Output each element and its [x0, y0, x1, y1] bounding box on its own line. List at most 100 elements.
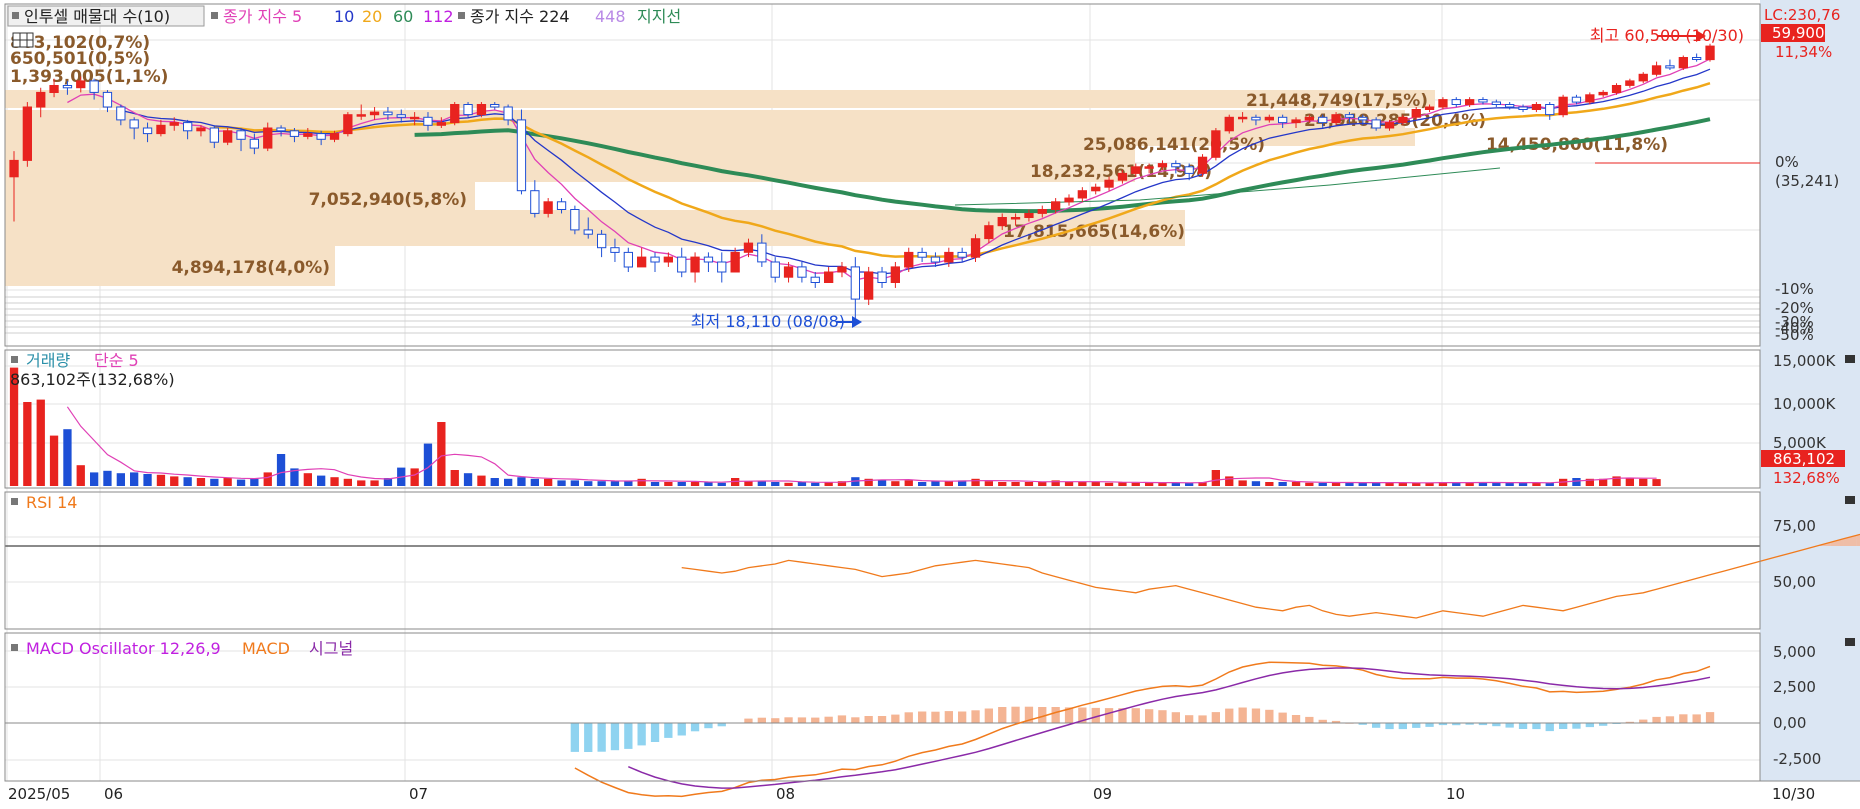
- legend-volume-profile[interactable]: 인투셀 매물대 수(10): [24, 7, 170, 26]
- candle-body: [810, 276, 820, 284]
- legend-ma448[interactable]: 448: [595, 7, 626, 26]
- legend-ma5[interactable]: 종가 지수 5: [223, 7, 302, 26]
- candle-body: [1692, 57, 1702, 60]
- candle-body: [1344, 114, 1355, 118]
- lc-value: LC:230,76: [1764, 6, 1840, 24]
- candle-body: [396, 114, 406, 118]
- axis-m10pct: -10%: [1775, 280, 1814, 298]
- volume-bar: [918, 482, 927, 486]
- volume-bar: [931, 481, 940, 486]
- volume-bar: [744, 481, 753, 486]
- macd-oscillator-bar: [1425, 723, 1434, 727]
- volume-bar: [90, 472, 99, 486]
- vol-axis-10000k: 10,000K: [1773, 395, 1836, 413]
- stock-chart[interactable]: 21,448,749(17,5%) 24,940,285(20,4%) 25,086…: [0, 0, 1860, 805]
- candle-body: [1411, 109, 1421, 118]
- macd-axis-5000: 5,000: [1773, 643, 1816, 661]
- macd-axis-2500: 2,500: [1773, 678, 1816, 696]
- volume-bar: [784, 482, 793, 486]
- macd-oscillator-bar: [1145, 709, 1154, 723]
- volume-profile-label: 7,052,940(5,8%): [309, 190, 467, 210]
- candle-body: [1678, 57, 1688, 69]
- volume-bar: [584, 481, 593, 486]
- volume-bar: [463, 473, 473, 486]
- volume-bar: [944, 481, 953, 486]
- candle-body: [1157, 163, 1168, 168]
- last-change: 11,34%: [1775, 43, 1832, 61]
- candle-body: [944, 251, 954, 263]
- macd-axis-m2500: -2,500: [1773, 750, 1821, 768]
- rsi-title[interactable]: RSI 14: [26, 493, 77, 512]
- candle-body: [597, 233, 607, 249]
- macd-oscillator-bar: [1518, 723, 1528, 729]
- candle-body: [1318, 116, 1328, 124]
- macd-oscillator-bar: [1559, 723, 1568, 729]
- macd-oscillator-bar: [1185, 715, 1194, 723]
- volume-bar: [690, 482, 700, 486]
- macd-oscillator-bar: [918, 711, 927, 723]
- candle-body: [1625, 80, 1635, 86]
- volume-bar: [130, 472, 139, 486]
- candle-body: [1598, 91, 1608, 96]
- candle-body: [383, 111, 393, 116]
- legend-ma10[interactable]: 10: [334, 7, 354, 26]
- candle-body: [62, 85, 73, 89]
- candle-body: [1505, 104, 1515, 108]
- x-tick-09: 09: [1093, 785, 1112, 803]
- candle-body: [1291, 119, 1301, 124]
- volume-bar: [250, 478, 259, 486]
- macd-osc-title[interactable]: MACD Oscillator 12,26,9: [26, 639, 221, 658]
- macd-label[interactable]: MACD: [242, 639, 290, 658]
- legend-ma112[interactable]: 112: [423, 7, 454, 26]
- macd-oscillator-bar: [610, 723, 620, 751]
- volume-bar: [1291, 482, 1301, 486]
- macd-oscillator-bar: [1385, 723, 1394, 730]
- volume-bar: [1398, 482, 1407, 486]
- candle-body: [289, 130, 300, 137]
- volume-bar: [63, 429, 72, 486]
- volume-bar: [210, 478, 219, 486]
- volume-profile-band: [5, 146, 1135, 182]
- volume-bar: [357, 480, 366, 486]
- macd-oscillator-bar: [998, 707, 1007, 723]
- candle-body: [49, 85, 59, 93]
- macd-axis-0: 0,00: [1773, 714, 1806, 732]
- candle-body: [1224, 116, 1234, 132]
- candle-body: [1010, 217, 1021, 220]
- macd-oscillator-bar: [1652, 716, 1661, 723]
- volume-bar: [1532, 482, 1541, 486]
- volume-profile-label: 1,393,005(1,1%): [10, 67, 168, 87]
- candle-body: [623, 251, 634, 268]
- candle-body: [970, 238, 981, 258]
- legend-bullet-icon: [11, 644, 18, 651]
- candle-body: [1558, 96, 1568, 116]
- candle-body: [677, 256, 687, 273]
- candle-body: [196, 127, 206, 132]
- candle-body: [1438, 99, 1448, 108]
- candle-body: [1331, 114, 1341, 124]
- candle-body: [276, 127, 286, 132]
- macd-oscillator-bar: [811, 717, 820, 723]
- volume-bar: [490, 478, 499, 486]
- candle-body: [102, 91, 113, 108]
- candle-body: [570, 209, 580, 231]
- candle-body: [1304, 116, 1314, 121]
- legend-ma60[interactable]: 60: [393, 7, 413, 26]
- volume-bar: [610, 481, 620, 486]
- volume-bar: [170, 476, 179, 486]
- volume-bar: [904, 480, 913, 486]
- volume-bar: [1265, 482, 1274, 486]
- signal-label[interactable]: 시그널: [309, 639, 353, 658]
- volume-ma-label[interactable]: 단순 5: [94, 351, 139, 370]
- volume-bar: [504, 478, 513, 486]
- candle-body: [864, 271, 874, 300]
- legend-ma224[interactable]: 종가 지수 224: [470, 7, 570, 26]
- macd-oscillator-bar: [624, 723, 633, 749]
- macd-oscillator-bar: [1372, 723, 1381, 728]
- legend-support[interactable]: 지지선: [637, 7, 681, 26]
- volume-bar: [597, 481, 606, 486]
- macd-oscillator-bar: [570, 723, 579, 752]
- volume-title[interactable]: 거래량: [26, 351, 70, 370]
- candle-body: [476, 104, 487, 116]
- legend-ma20[interactable]: 20: [362, 7, 382, 26]
